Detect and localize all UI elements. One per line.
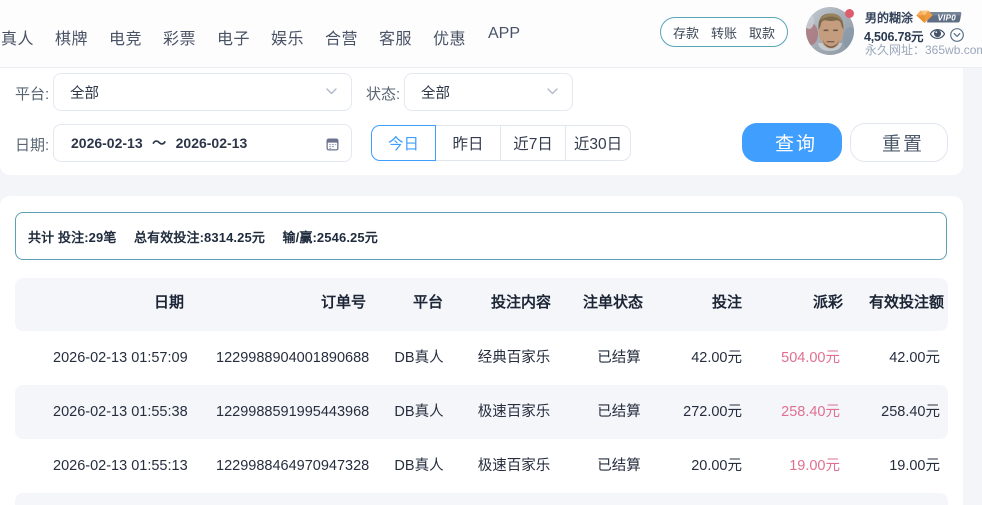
svg-text:VIP0: VIP0 <box>938 13 957 22</box>
